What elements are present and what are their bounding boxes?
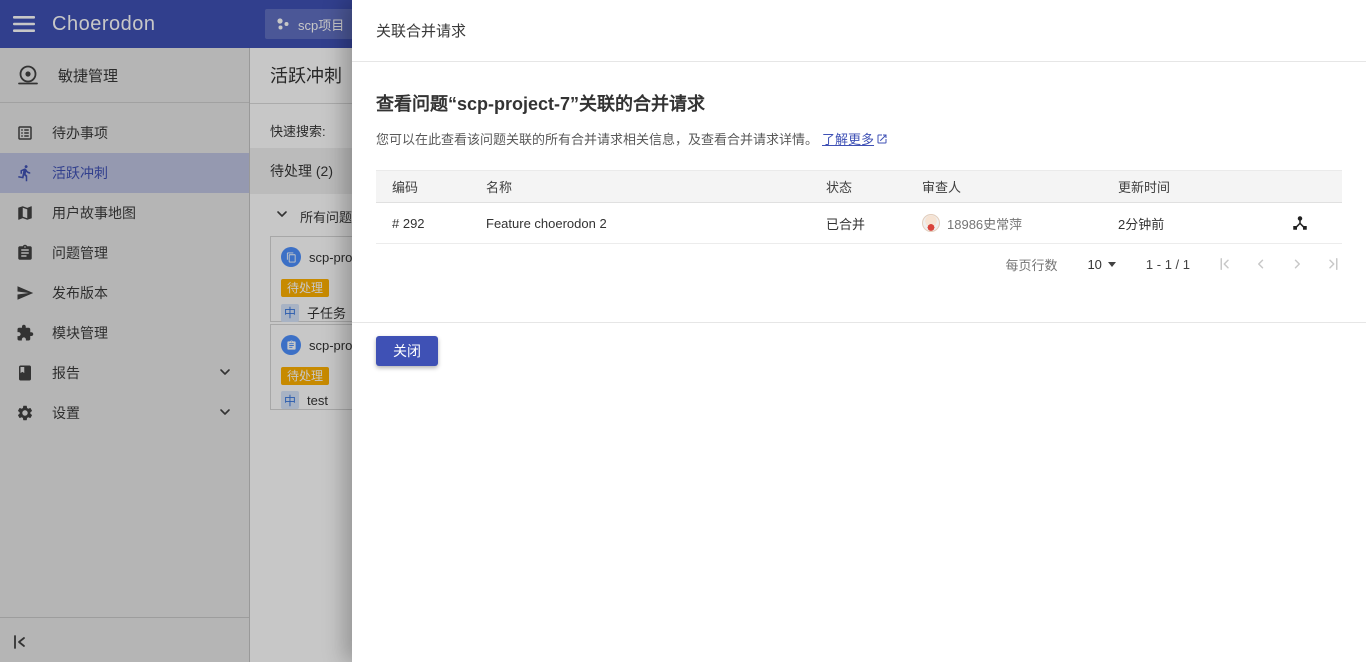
pagination-range: 1 - 1 / 1 bbox=[1145, 256, 1190, 272]
mr-name: Feature choerodon 2 bbox=[486, 215, 607, 231]
chevron-down-icon bbox=[1107, 261, 1116, 267]
modal-header: 关联合并请求 bbox=[352, 0, 1366, 62]
table-row: # 292 Feature choerodon 2 已合并 18986史常萍 2… bbox=[376, 203, 1342, 244]
pagination: 每页行数 10 1 - 1 / 1 bbox=[1005, 247, 1342, 281]
learn-more-link[interactable]: 了解更多 bbox=[822, 129, 888, 148]
section-heading: 查看问题“scp-project-7”关联的合并请求 bbox=[376, 94, 706, 114]
next-page-icon[interactable] bbox=[1288, 255, 1306, 273]
avatar bbox=[922, 214, 940, 232]
table-header-row: 编码 名称 状态 审查人 更新时间 bbox=[376, 170, 1342, 203]
column-header-code: 编码 bbox=[392, 180, 419, 195]
first-page-icon[interactable] bbox=[1216, 255, 1234, 273]
last-page-icon[interactable] bbox=[1324, 255, 1342, 273]
column-header-name: 名称 bbox=[486, 180, 513, 195]
close-button[interactable]: 关闭 bbox=[376, 336, 438, 366]
linked-merge-requests-modal: 关联合并请求 查看问题“scp-project-7”关联的合并请求 您可以在此查… bbox=[352, 0, 1366, 662]
mr-code: # 292 bbox=[392, 215, 425, 231]
section-description: 您可以在此查看该问题关联的所有合并请求相关信息，及查看合并请求详情。 了解更多 bbox=[376, 129, 888, 148]
prev-page-icon[interactable] bbox=[1252, 255, 1270, 273]
mr-reviewer: 18986史常萍 bbox=[906, 214, 1102, 233]
column-header-updated: 更新时间 bbox=[1118, 180, 1171, 195]
merge-request-table: 编码 名称 状态 审查人 更新时间 # 292 Feature choerodo… bbox=[376, 170, 1342, 244]
modal-title: 关联合并请求 bbox=[376, 23, 467, 40]
rows-per-page-label: 每页行数 bbox=[1005, 257, 1058, 273]
mr-updated-time: 2分钟前 bbox=[1118, 216, 1165, 232]
divider bbox=[352, 322, 1366, 323]
column-header-status: 状态 bbox=[826, 180, 853, 195]
mr-status: 已合并 bbox=[826, 216, 866, 232]
column-header-reviewer: 审查人 bbox=[922, 180, 962, 195]
branch-device-hub-icon[interactable] bbox=[1291, 214, 1309, 232]
external-link-icon bbox=[877, 134, 887, 143]
rows-per-page-select[interactable]: 10 bbox=[1087, 257, 1116, 272]
